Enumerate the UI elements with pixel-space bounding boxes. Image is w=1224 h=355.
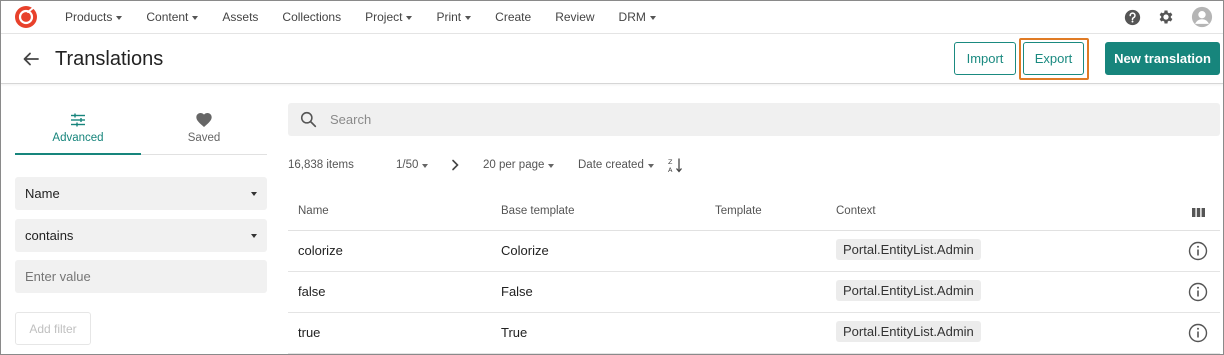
filter-tabs: Advanced Saved: [15, 101, 267, 155]
sort-direction-icon[interactable]: ZA: [668, 156, 684, 174]
nav-create[interactable]: Create: [495, 10, 531, 24]
info-icon[interactable]: [1188, 241, 1208, 261]
nav-review[interactable]: Review: [555, 10, 594, 24]
table-row[interactable]: false False Portal.EntityList.Admin: [288, 272, 1220, 313]
app-logo-icon[interactable]: [14, 5, 38, 29]
page-title: Translations: [55, 48, 164, 70]
table-row[interactable]: true True Portal.EntityList.Admin: [288, 313, 1220, 354]
filter-value-input[interactable]: [15, 260, 267, 293]
nav-content[interactable]: Content: [146, 10, 199, 24]
caret-down-icon: [116, 15, 123, 20]
tab-saved[interactable]: Saved: [141, 101, 267, 155]
user-avatar-icon[interactable]: [1191, 6, 1213, 28]
info-icon[interactable]: [1188, 282, 1208, 302]
table-header: Name Base template Template Context: [288, 201, 1220, 231]
nav-print[interactable]: Print: [436, 10, 472, 24]
context-tag: Portal.EntityList.Admin: [836, 321, 981, 342]
next-page-icon[interactable]: [450, 156, 460, 174]
filter-operator-select[interactable]: contains: [15, 219, 267, 252]
search-icon: [300, 111, 317, 128]
table-row[interactable]: colorize Colorize Portal.EntityList.Admi…: [288, 231, 1220, 272]
caret-down-icon: [406, 15, 413, 20]
nav-collections[interactable]: Collections: [282, 10, 341, 24]
caret-down-icon: [251, 192, 257, 196]
svg-text:A: A: [668, 166, 673, 173]
page-selector[interactable]: 1/50: [396, 156, 429, 174]
caret-down-icon: [647, 163, 654, 168]
sort-by-selector[interactable]: Date created: [578, 156, 654, 174]
nav-utilities: [1108, 5, 1213, 29]
add-filter-button[interactable]: Add filter: [15, 312, 91, 345]
main-menu: Products Content Assets Collections Proj…: [53, 1, 668, 33]
top-navigation: Products Content Assets Collections Proj…: [1, 1, 1223, 34]
info-icon[interactable]: [1188, 323, 1208, 343]
columns-settings-icon[interactable]: [1192, 207, 1205, 218]
nav-drm[interactable]: DRM: [619, 10, 656, 24]
caret-down-icon: [649, 15, 656, 20]
caret-down-icon: [251, 234, 257, 238]
help-icon[interactable]: [1124, 9, 1141, 26]
sliders-icon: [70, 112, 86, 128]
cell-name: false: [298, 284, 326, 299]
filter-field-select[interactable]: Name: [15, 177, 267, 210]
caret-down-icon: [548, 163, 555, 168]
search-bar: [288, 103, 1220, 136]
caret-down-icon: [422, 163, 429, 168]
search-input[interactable]: [330, 103, 1190, 136]
nav-project[interactable]: Project: [365, 10, 413, 24]
caret-down-icon: [465, 15, 472, 20]
column-header-name[interactable]: Name: [298, 205, 329, 217]
cell-name: colorize: [298, 243, 343, 258]
per-page-selector[interactable]: 20 per page: [483, 156, 555, 174]
column-header-base-template[interactable]: Base template: [501, 205, 575, 217]
column-header-template[interactable]: Template: [715, 205, 762, 217]
back-arrow-icon[interactable]: [21, 49, 41, 69]
new-translation-button[interactable]: New translation: [1105, 42, 1220, 75]
export-button[interactable]: Export: [1023, 42, 1084, 75]
nav-products[interactable]: Products: [65, 10, 123, 24]
cell-base-template: True: [501, 325, 528, 340]
context-tag: Portal.EntityList.Admin: [836, 239, 981, 260]
cell-base-template: Colorize: [501, 243, 549, 258]
heart-icon: [196, 112, 212, 128]
nav-assets[interactable]: Assets: [222, 10, 258, 24]
tab-advanced[interactable]: Advanced: [15, 101, 141, 155]
svg-text:Z: Z: [668, 158, 673, 166]
gear-icon[interactable]: [1157, 8, 1175, 26]
column-header-context[interactable]: Context: [836, 205, 876, 217]
import-button[interactable]: Import: [954, 42, 1016, 75]
app-window: Products Content Assets Collections Proj…: [0, 0, 1224, 355]
cell-base-template: False: [501, 284, 533, 299]
items-count: 16,838 items: [288, 159, 354, 171]
context-tag: Portal.EntityList.Admin: [836, 280, 981, 301]
caret-down-icon: [192, 15, 199, 20]
cell-name: true: [298, 325, 321, 340]
page-header: Translations Import Export New translati…: [1, 34, 1223, 84]
